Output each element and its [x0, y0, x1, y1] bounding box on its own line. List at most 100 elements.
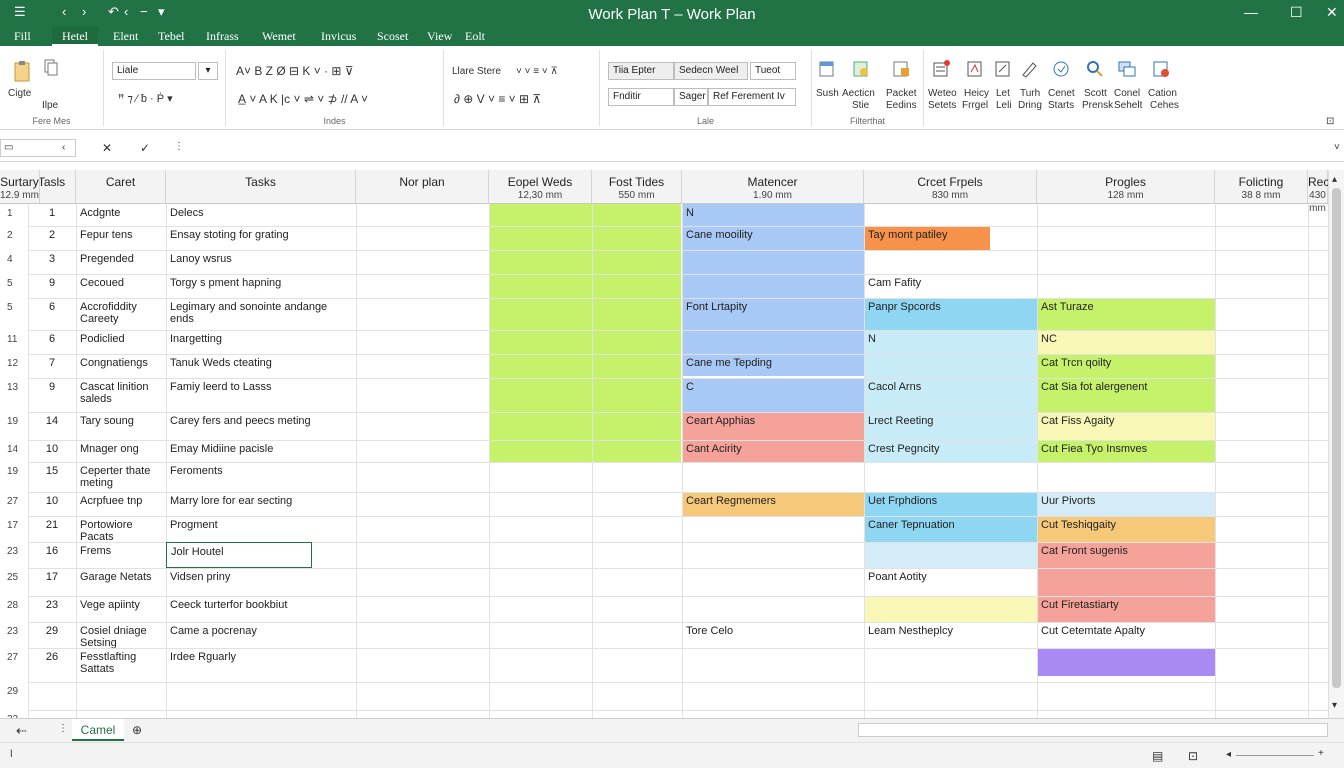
add-sheet-icon[interactable]: ⊕ [132, 723, 142, 737]
task-number-cell[interactable]: 6 [28, 298, 76, 330]
row-number[interactable]: 5 [0, 302, 28, 334]
heicy-label[interactable]: Heicy [964, 88, 989, 99]
tab-view[interactable]: View [427, 29, 452, 44]
scott-icon[interactable] [1086, 60, 1104, 78]
paste-icon[interactable] [12, 60, 34, 84]
prev-sheet-icon[interactable]: ⇠ [16, 723, 27, 739]
selected-cell[interactable]: Jolr Houtel [166, 542, 312, 568]
paste-label[interactable]: Cigte [8, 88, 31, 99]
font-size-select[interactable]: ▾ [198, 62, 218, 80]
matencer-cell[interactable]: Cane me Tepding [682, 354, 864, 378]
task-owner-cell[interactable]: Tary soung [76, 412, 166, 440]
row-number[interactable]: 12 [0, 358, 28, 382]
style-tile-5[interactable]: Sager [674, 88, 708, 106]
task-description-cell[interactable]: Lanoy wsrus [166, 250, 356, 274]
recroidny-cell[interactable]: Cat Fiss Agaity [1037, 412, 1215, 440]
scroll-up-icon[interactable]: ▴ [1332, 174, 1337, 185]
task-owner-cell[interactable]: Frems [76, 542, 166, 568]
row-number[interactable]: 5 [0, 278, 28, 302]
heicy-icon[interactable] [966, 60, 984, 78]
style-tile-3[interactable]: Tueot [750, 62, 796, 80]
normal-view-icon[interactable]: ▤ [1152, 749, 1163, 763]
task-owner-cell[interactable]: Cecoued [76, 274, 166, 298]
row-number[interactable]: 25 [0, 572, 28, 600]
task-owner-cell[interactable]: Accrofiddity Careety [76, 298, 166, 330]
matencer-cell[interactable]: Ceart Regmemers [682, 492, 864, 516]
progles-cell[interactable]: Uet Frphdions [864, 492, 1037, 516]
tab-format[interactable]: Wemet [262, 29, 296, 44]
progles-cell[interactable]: Cam Fafity [864, 274, 1037, 298]
vertical-scrollbar[interactable]: ▴ ▾ [1328, 170, 1344, 718]
turh-icon[interactable] [1020, 60, 1038, 78]
tab-insert[interactable]: Elent [113, 29, 138, 44]
task-owner-cell[interactable]: Cosiel dniage Setsing [76, 622, 166, 648]
cenet-icon[interactable] [1052, 60, 1070, 78]
weteo-icon[interactable] [932, 60, 950, 78]
task-owner-cell[interactable]: Fesstlafting Sattats [76, 648, 166, 682]
name-box-dropdown-icon[interactable]: ‹ [62, 142, 65, 153]
task-description-cell[interactable]: Inargetting [166, 330, 356, 354]
packet-icon[interactable] [892, 60, 910, 78]
recroidny-cell[interactable]: Uur Pivorts [1037, 492, 1215, 516]
tab-review[interactable]: Invicus [321, 29, 356, 44]
recroidny-cell[interactable]: Cat Front sugenis [1037, 542, 1215, 568]
task-description-cell[interactable] [166, 710, 356, 718]
column-header[interactable]: Tasks [166, 170, 356, 204]
action-label-2[interactable]: Stie [852, 100, 869, 111]
task-description-cell[interactable]: Irdee Rguarly [166, 648, 356, 682]
copy-icon[interactable] [42, 58, 60, 76]
matencer-cell[interactable]: Font Lrtapity [682, 298, 864, 330]
horizontal-scrollbar[interactable] [858, 723, 1328, 737]
task-description-cell[interactable]: Progment [166, 516, 356, 542]
tab-formulas[interactable]: Infrass [206, 29, 239, 44]
let-icon[interactable] [994, 60, 1012, 78]
let-label[interactable]: Let [996, 88, 1010, 99]
zoom-slider[interactable] [1236, 755, 1314, 756]
task-description-cell[interactable]: Ceeck turterfor bookbiut [166, 596, 356, 622]
task-number-cell[interactable]: 29 [28, 622, 76, 648]
progles-cell[interactable]: Tay mont patiley [864, 226, 1037, 250]
task-owner-cell[interactable]: Acrpfuee tnp [76, 492, 166, 516]
packet-label-2[interactable]: Eedins [886, 100, 917, 111]
zoom-in-icon[interactable]: + [1318, 748, 1324, 759]
task-owner-cell[interactable]: Podiclied [76, 330, 166, 354]
weteo-label-2[interactable]: Setets [928, 100, 956, 111]
task-owner-cell[interactable]: Portowiore Pacats [76, 516, 166, 542]
cation-label-2[interactable]: Cehes [1150, 100, 1179, 111]
function-icon[interactable]: ⋮ [174, 141, 184, 152]
progles-cell[interactable]: Caner Tepnuation [864, 516, 1037, 542]
task-description-cell[interactable]: Vidsen priny [166, 568, 356, 596]
row-number[interactable]: 23 [0, 626, 28, 652]
formula-input[interactable] [190, 139, 1340, 157]
recroidny-cell[interactable]: Ast Turaze [1037, 298, 1215, 330]
task-owner-cell[interactable]: Acdgnte [76, 204, 166, 226]
sheet-tab-active[interactable]: Camel [72, 719, 124, 741]
cation-label[interactable]: Cation [1148, 88, 1177, 99]
task-description-cell[interactable]: Emay Midiine pacisle [166, 440, 356, 462]
cancel-icon[interactable]: ✕ [102, 141, 112, 155]
tab-home[interactable]: Hetel [52, 26, 98, 46]
matencer-cell[interactable]: N [682, 204, 864, 226]
font-format-row[interactable]: A˅ B Z Ø ⊟ K ˅ · ⊞ ⊽ [236, 64, 354, 78]
progles-cell[interactable]: Poant Aotity [864, 568, 1037, 596]
task-number-cell[interactable]: 26 [28, 648, 76, 682]
turh-label[interactable]: Turh [1020, 88, 1040, 99]
heicy-label-2[interactable]: Frrgel [962, 100, 988, 111]
conel-label-2[interactable]: Sehelt [1114, 100, 1142, 111]
task-number-cell[interactable] [28, 682, 76, 710]
task-number-cell[interactable] [28, 710, 76, 718]
progles-cell[interactable]: Panpr Spcords [864, 298, 1037, 330]
task-number-cell[interactable]: 7 [28, 354, 76, 378]
task-description-cell[interactable]: Carey fers and peecs meting [166, 412, 356, 440]
task-number-cell[interactable]: 16 [28, 542, 76, 568]
tab-edit[interactable]: Eolt [465, 29, 485, 44]
column-header[interactable]: Progles 128 mm [1037, 170, 1215, 204]
recroidny-cell[interactable]: NC [1037, 330, 1215, 354]
task-number-cell[interactable]: 14 [28, 412, 76, 440]
turh-label-2[interactable]: Dring [1018, 100, 1042, 111]
row-number[interactable]: 28 [0, 600, 28, 626]
task-description-cell[interactable]: Legimary and sonointe andange ends [166, 298, 356, 330]
task-number-cell[interactable]: 23 [28, 596, 76, 622]
column-header[interactable]: Caret [76, 170, 166, 204]
column-header[interactable]: Folicting 38 8 mm [1215, 170, 1308, 204]
